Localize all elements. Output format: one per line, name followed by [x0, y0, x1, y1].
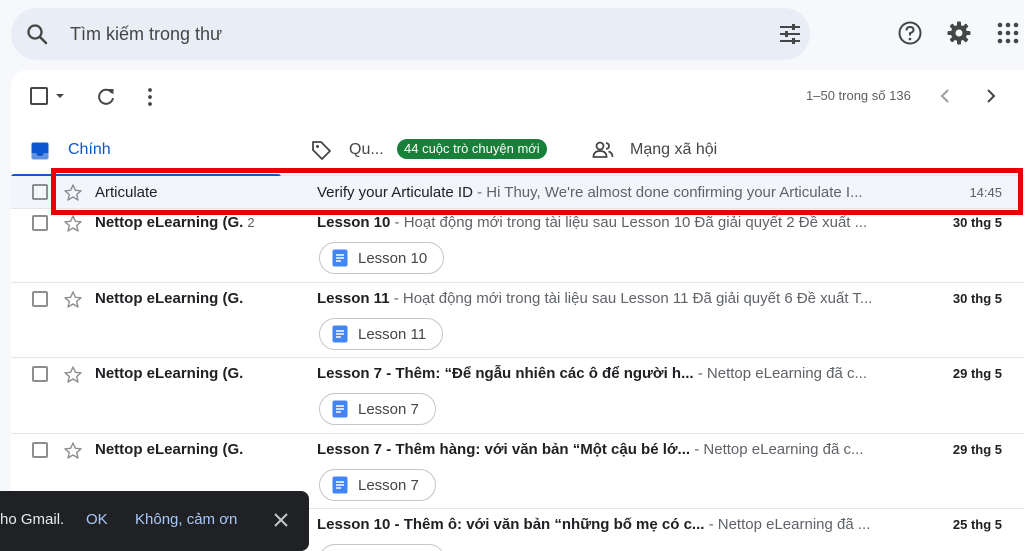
tag-icon — [312, 141, 331, 160]
email-subject: Lesson 10 — [317, 214, 391, 231]
star-icon[interactable] — [63, 365, 83, 385]
tab-label: Mạng xã hội — [630, 141, 718, 158]
refresh-icon[interactable] — [95, 86, 117, 108]
email-sender: Articulate — [95, 184, 158, 201]
email-snippet: - Hoạt động mới trong tài liệu sau Lesso… — [390, 214, 868, 231]
google-docs-icon — [332, 400, 348, 418]
attachment-label: Lesson 7 — [358, 476, 419, 494]
search-icon[interactable] — [25, 22, 49, 46]
email-date: 30 thg 5 — [952, 291, 1002, 306]
select-dropdown-icon[interactable] — [54, 90, 66, 102]
email-sender: Nettop eLearning (G. 2 — [95, 214, 255, 231]
attachment-chip[interactable]: Lesson 11 — [319, 318, 444, 350]
email-snippet: - Nettop eLearning đã ... — [704, 516, 871, 533]
email-subject: Verify your Articulate ID — [317, 184, 473, 201]
list-toolbar: 1–50 trong số 136 — [11, 70, 1024, 122]
attachment-label: Lesson 10 — [358, 249, 428, 267]
attachment-chip[interactable] — [319, 544, 445, 551]
star-icon[interactable] — [63, 290, 83, 310]
pagination-text: 1–50 trong số 136 — [806, 88, 911, 103]
google-docs-icon — [332, 476, 348, 494]
row-checkbox[interactable] — [32, 291, 48, 307]
email-sender-name: Nettop eLearning (G. — [95, 214, 244, 231]
google-docs-icon — [332, 249, 348, 267]
email-sender: Nettop eLearning (G. — [95, 441, 244, 458]
chevron-left-icon[interactable] — [937, 87, 955, 105]
row-checkbox[interactable] — [32, 184, 48, 200]
email-subject: Lesson 11 — [317, 290, 390, 307]
star-icon[interactable] — [63, 441, 83, 461]
attachment-chip[interactable]: Lesson 10 — [319, 242, 445, 274]
people-icon — [592, 141, 614, 158]
email-subject: Lesson 10 - Thêm ô: với văn bản “những b… — [317, 516, 705, 533]
email-date: 14:45 — [969, 185, 1002, 200]
row-checkbox[interactable] — [32, 215, 48, 231]
email-subject-line: Verify your Articulate ID - Hi Thuy, We'… — [317, 184, 903, 201]
inbox-icon — [31, 142, 49, 160]
email-row[interactable]: Nettop eLearning (G. Lesson 7 - Thêm: “Đ… — [11, 358, 1024, 434]
email-subject-line: Lesson 7 - Thêm: “Để ngẫu nhiên các ô để… — [317, 365, 903, 382]
star-icon[interactable] — [63, 214, 83, 234]
category-tabs: Chính Qu... 44 cuộc trò chuyện mới Mạng … — [11, 126, 1024, 177]
snackbar-message: ho Gmail. — [0, 511, 65, 528]
tab-promotions[interactable]: Qu... 44 cuộc trò chuyện mới — [301, 126, 571, 176]
search-bar[interactable]: Tìm kiếm trong thư — [11, 8, 810, 60]
email-subject: Lesson 7 - Thêm: “Để ngẫu nhiên các ô để… — [317, 365, 694, 382]
apps-grid-icon[interactable] — [996, 20, 1020, 46]
snackbar-ok-button[interactable]: OK — [86, 511, 108, 528]
email-subject: Lesson 7 - Thêm hàng: với văn bản “Một c… — [317, 441, 691, 458]
search-input[interactable]: Tìm kiếm trong thư — [70, 8, 222, 60]
close-icon[interactable] — [272, 511, 290, 529]
snackbar-dismiss-button[interactable]: Không, cảm ơn — [135, 511, 237, 528]
email-date: 25 thg 5 — [952, 517, 1002, 532]
attachment-chip[interactable]: Lesson 7 — [319, 393, 436, 425]
email-date: 29 thg 5 — [952, 442, 1002, 457]
more-vert-icon[interactable] — [139, 86, 161, 108]
email-snippet: - Hi Thuy, We're almost done confirming … — [472, 184, 863, 201]
tune-icon[interactable] — [777, 22, 803, 46]
new-conversations-badge: 44 cuộc trò chuyện mới — [397, 139, 547, 159]
snackbar: ho Gmail. OK Không, cảm ơn — [0, 491, 309, 551]
attachment-chip[interactable]: Lesson 7 — [319, 469, 436, 501]
email-subject-line: Lesson 11 - Hoạt động mới trong tài liệu… — [317, 290, 903, 307]
select-all-checkbox[interactable] — [30, 87, 48, 105]
inbox-panel: 1–50 trong số 136 Chính Qu... 44 cuộc tr… — [11, 70, 1024, 551]
email-snippet: - Hoạt động mới trong tài liệu sau Lesso… — [389, 290, 873, 307]
attachment-label: Lesson 11 — [358, 325, 427, 343]
email-subject-line: Lesson 10 - Thêm ô: với văn bản “những b… — [317, 516, 903, 533]
email-row[interactable]: Nettop eLearning (G. Lesson 11 - Hoạt độ… — [11, 283, 1024, 358]
tab-label: Qu... — [349, 141, 384, 158]
email-snippet: - Nettop eLearning đã c... — [690, 441, 864, 458]
row-checkbox[interactable] — [32, 442, 48, 458]
top-bar: Tìm kiếm trong thư — [0, 0, 1024, 68]
email-date: 29 thg 5 — [952, 366, 1002, 381]
row-checkbox[interactable] — [32, 366, 48, 382]
email-subject-line: Lesson 10 - Hoạt động mới trong tài liệu… — [317, 214, 903, 231]
email-row[interactable]: Nettop eLearning (G. 2 Lesson 10 - Hoạt đ… — [11, 209, 1024, 283]
email-date: 30 thg 5 — [952, 215, 1002, 230]
tab-social[interactable]: Mạng xã hội — [591, 126, 871, 176]
star-icon[interactable] — [63, 183, 83, 203]
help-icon[interactable] — [897, 20, 923, 46]
google-docs-icon — [332, 325, 348, 343]
email-row[interactable]: Articulate Verify your Articulate ID - H… — [11, 176, 1024, 209]
tab-label: Chính — [68, 141, 111, 158]
attachment-label: Lesson 7 — [358, 400, 419, 418]
email-sender: Nettop eLearning (G. — [95, 290, 244, 307]
gear-icon[interactable] — [946, 20, 972, 46]
email-snippet: - Nettop eLearning đã c... — [693, 365, 868, 382]
email-subject-line: Lesson 7 - Thêm hàng: với văn bản “Một c… — [317, 441, 903, 458]
chevron-right-icon[interactable] — [981, 87, 999, 105]
tab-primary[interactable]: Chính — [11, 126, 291, 177]
thread-count: 2 — [247, 215, 255, 230]
email-sender: Nettop eLearning (G. — [95, 365, 244, 382]
